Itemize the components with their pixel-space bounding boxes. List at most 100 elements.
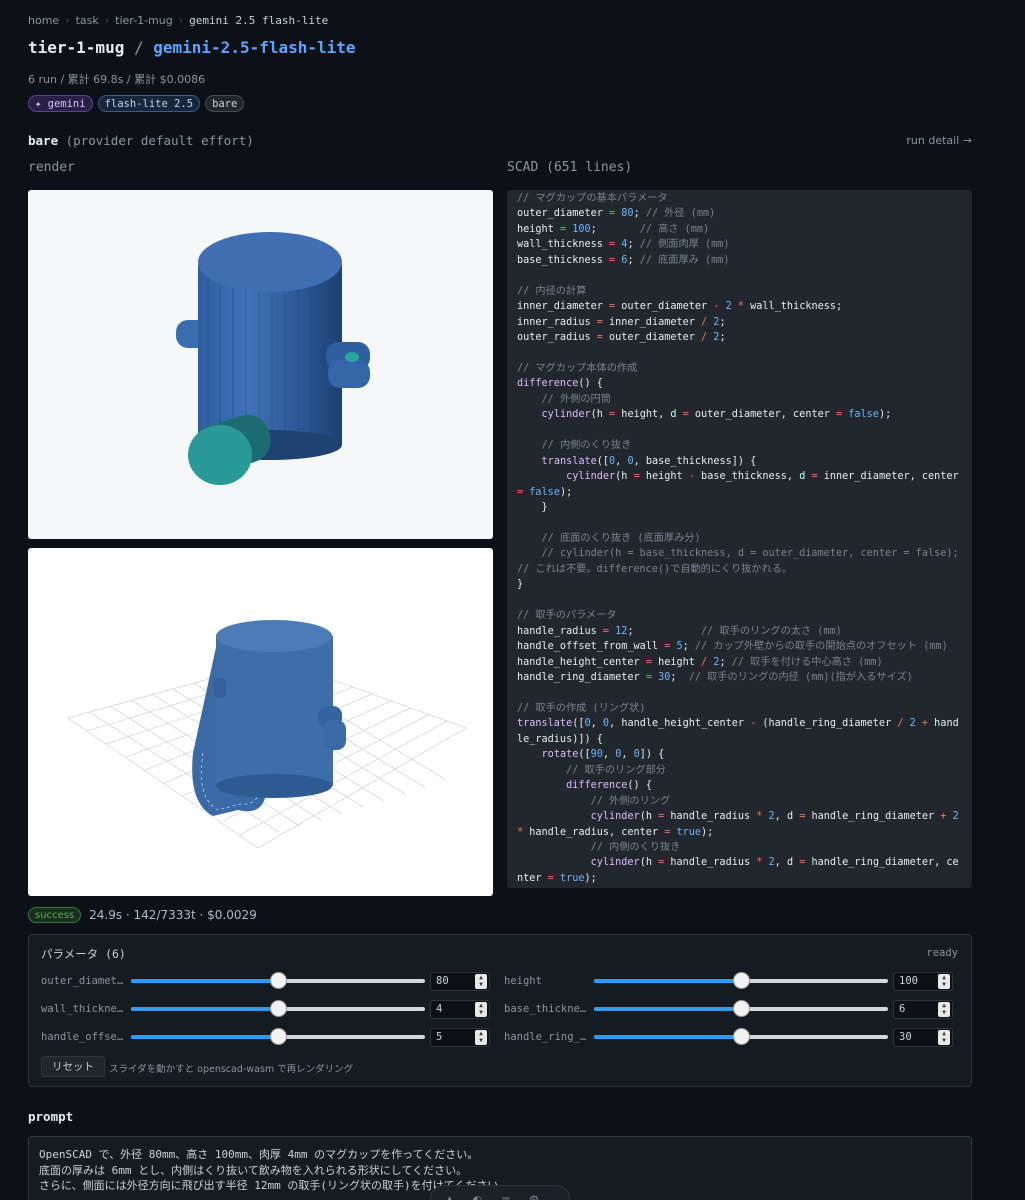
slider-fill — [131, 1035, 278, 1039]
toolbar-icon[interactable]: ≡ — [501, 1193, 511, 1200]
param-row: base_thickne… 6 ▲ ▼ — [504, 999, 953, 1019]
run-detail-link[interactable]: run detail → — [906, 134, 972, 147]
code-token: true — [676, 826, 702, 838]
code-token: inner_diameter — [517, 301, 610, 313]
slider-thumb[interactable] — [270, 1000, 287, 1017]
code-line: height = 100; // 高さ (mm) — [517, 222, 962, 237]
breadcrumb-task[interactable]: task — [76, 14, 99, 27]
tag-effort: bare — [205, 95, 245, 112]
code-line: handle_offset_from_wall = 5; // カップ外壁からの… — [517, 639, 962, 654]
code-line: handle_ring_diameter = 30; // 取手のリングの内径 … — [517, 670, 962, 685]
render-view-grid[interactable] — [28, 548, 493, 896]
param-slider[interactable] — [131, 972, 425, 989]
code-line: // マグカップ本体の作成 — [517, 361, 962, 376]
scad-code-view[interactable]: // マグカップの基本パラメータ outer_diameter = 80; // … — [507, 190, 972, 888]
param-value-input[interactable]: 4 ▲ ▼ — [430, 999, 490, 1019]
slider-thumb[interactable] — [733, 1028, 750, 1045]
breadcrumb-separator: › — [65, 14, 70, 27]
code-line: cylinder(h = height, d = outer_diameter,… — [517, 407, 962, 422]
param-slider[interactable] — [131, 1028, 425, 1045]
run-summary: 6 run / 累計 69.8s / 累計 $0.0086 — [28, 73, 206, 86]
param-slider[interactable] — [594, 1028, 888, 1045]
section-name: bare — [28, 133, 59, 148]
param-name: handle_ring_… — [504, 1031, 587, 1043]
code-token: inner_radius — [517, 316, 597, 328]
stepper-icon[interactable]: ▲ ▼ — [475, 1001, 487, 1017]
code-token: outer_diameter — [615, 301, 714, 313]
param-row: wall_thickne… 4 ▲ ▼ — [41, 999, 490, 1019]
param-value-input[interactable]: 100 ▲ ▼ — [893, 971, 953, 991]
breadcrumb-tier[interactable]: tier-1-mug — [115, 14, 173, 27]
slider-thumb[interactable] — [270, 1028, 287, 1045]
code-token: ([ — [578, 749, 591, 761]
render-view-solid[interactable] — [28, 190, 493, 539]
code-token: base_thickness — [517, 254, 610, 266]
code-token: // 外側の円筒 — [541, 393, 611, 405]
code-token: // 側面肉厚 (mm) — [639, 239, 730, 251]
stepper-icon[interactable]: ▲ ▼ — [938, 973, 950, 989]
param-value: 30 — [899, 1031, 912, 1043]
stepper-icon[interactable]: ▲ ▼ — [938, 1029, 950, 1045]
gear-icon[interactable]: ⚙ — [529, 1193, 540, 1200]
breadcrumb-home[interactable]: home — [28, 14, 59, 27]
param-value-input[interactable]: 6 ▲ ▼ — [893, 999, 953, 1019]
param-value-input[interactable]: 30 ▲ ▼ — [893, 1027, 953, 1047]
code-token: // 高さ (mm) — [639, 223, 710, 235]
slider-thumb[interactable] — [733, 1000, 750, 1017]
slider-thumb[interactable] — [733, 972, 750, 989]
code-line: // 外側のリング — [517, 794, 962, 809]
code-token: handle_radius — [517, 625, 603, 637]
code-token: // 底面厚み (mm) — [639, 254, 730, 266]
code-token: } — [517, 579, 524, 591]
reset-button[interactable]: リセット — [41, 1056, 105, 1077]
toolbar-icon[interactable]: ◐ — [472, 1193, 482, 1200]
section-effort: (provider default effort) — [65, 133, 254, 148]
code-token: , d — [774, 857, 800, 869]
code-token: // 外側のリング — [590, 795, 671, 807]
code-line: difference() { — [517, 376, 962, 391]
code-token: true — [559, 872, 585, 884]
section-heading: bare (provider default effort) — [28, 133, 254, 148]
code-token: // 外径 (mm) — [645, 208, 716, 220]
param-value-input[interactable]: 80 ▲ ▼ — [430, 971, 490, 991]
param-value: 100 — [899, 975, 918, 987]
param-slider[interactable] — [594, 1000, 888, 1017]
stepper-icon[interactable]: ▲ ▼ — [475, 1029, 487, 1045]
code-line: handle_height_center = height / 2; // 取手… — [517, 655, 962, 670]
param-slider[interactable] — [594, 972, 888, 989]
code-token: cylinder — [541, 409, 591, 421]
toolbar-icon[interactable]: ▲ — [445, 1193, 454, 1200]
code-line: inner_diameter = outer_diameter - 2 * wa… — [517, 299, 962, 314]
code-token: (h — [639, 857, 659, 869]
code-token: difference — [517, 378, 579, 390]
code-token: handle_offset_from_wall — [517, 641, 665, 653]
param-value: 4 — [436, 1003, 443, 1015]
code-token: handle_ring_diameter — [805, 811, 941, 823]
code-token: , — [590, 718, 603, 730]
code-token: ); — [878, 409, 892, 421]
page-title: tier-1-mug / gemini-2.5-flash-lite — [28, 38, 356, 57]
breadcrumb: home › task › tier-1-mug › gemini 2.5 flash… — [28, 14, 328, 27]
stepper-icon[interactable]: ▲ ▼ — [938, 1001, 950, 1017]
code-token: ([ — [572, 718, 585, 730]
param-slider[interactable] — [131, 1000, 425, 1017]
code-line: } — [517, 500, 962, 515]
title-model[interactable]: gemini-2.5-flash-lite — [153, 38, 355, 57]
param-value-input[interactable]: 5 ▲ ▼ — [430, 1027, 490, 1047]
code-token: height, d — [615, 409, 683, 421]
code-token: , — [621, 749, 634, 761]
code-token: outer_diameter, center — [688, 409, 836, 421]
code-token: ; — [627, 254, 640, 266]
slider-thumb[interactable] — [270, 972, 287, 989]
stepper-icon[interactable]: ▲ ▼ — [475, 973, 487, 989]
scad-code: // マグカップの基本パラメータ outer_diameter = 80; // … — [517, 191, 962, 886]
